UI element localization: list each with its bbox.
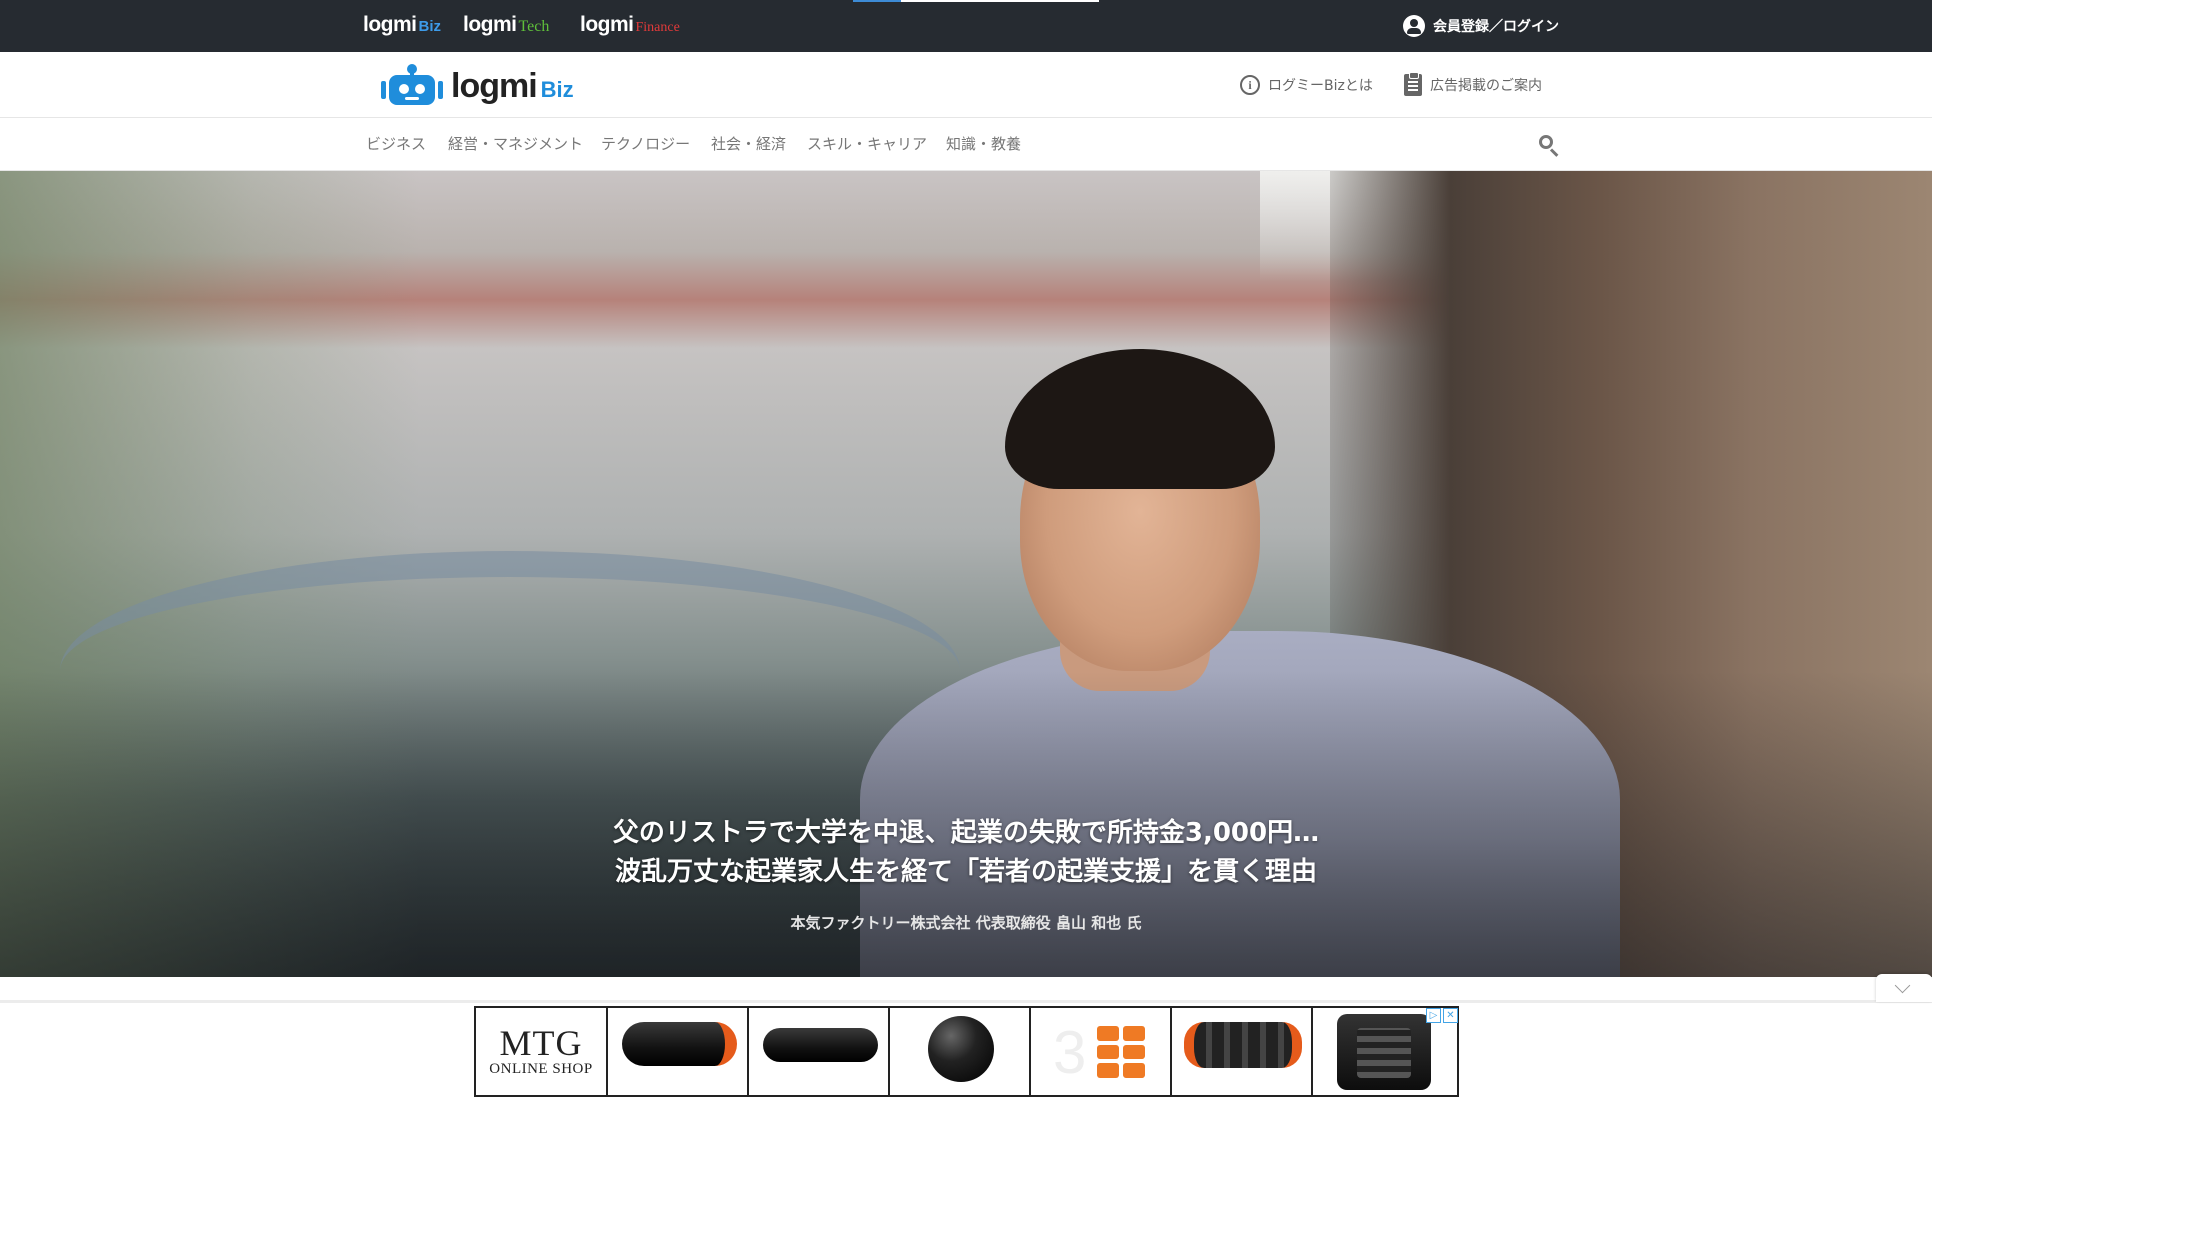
- foam-roller-image: [763, 1028, 878, 1062]
- nav-item-skill-career[interactable]: スキル・キャリア: [807, 133, 927, 154]
- hero-title-line-2: 波乱万丈な起業家人生を経て「若者の起業支援」を貫く理由: [614, 857, 1317, 887]
- foam-roller-image: [622, 1022, 737, 1066]
- chevron-down-icon: [1894, 977, 1911, 994]
- brand-sub: Tech: [518, 18, 550, 35]
- brand-sub: Finance: [635, 20, 680, 35]
- close-icon[interactable]: ✕: [1443, 1008, 1458, 1023]
- search-icon[interactable]: [1537, 133, 1561, 157]
- collapse-ad-button[interactable]: [1876, 974, 1932, 1002]
- nav-item-society-economy[interactable]: 社会・経済: [711, 133, 786, 154]
- browser-viewport: logmi Biz logmi Tech logmi Finance 会員登録／…: [0, 0, 1932, 1098]
- ad-product-tile-pack[interactable]: 3: [1031, 1008, 1172, 1095]
- hero-speaker: 本気ファクトリー株式会社 代表取締役 畠山 和也 氏: [790, 914, 1142, 932]
- featured-article-hero[interactable]: 父のリストラで大学を中退、起業の失敗で所持金3,000円… 波乱万丈な起業家人生…: [0, 171, 1932, 977]
- ad-choices: ▷ ✕: [1426, 1008, 1458, 1023]
- about-link[interactable]: i ログミーBizとは: [1240, 74, 1373, 96]
- ad-choices-icon[interactable]: ▷: [1426, 1008, 1441, 1023]
- login-register-link[interactable]: 会員登録／ログイン: [1403, 13, 1559, 39]
- support-belt-image: [1337, 1014, 1431, 1090]
- ad-brand-sub: ONLINE SHOP: [489, 1061, 593, 1077]
- reading-progress-fill: [853, 0, 901, 2]
- massage-ball-image: [928, 1016, 994, 1082]
- nav-item-technology[interactable]: テクノロジー: [601, 133, 690, 154]
- logo-text: logmi: [451, 66, 538, 105]
- account-circle-icon: [1403, 15, 1425, 37]
- ad-brand-main: MTG: [499, 1023, 583, 1063]
- logo-sub-text: Biz: [540, 77, 574, 102]
- login-label: 会員登録／ログイン: [1433, 19, 1559, 35]
- brand-name: logmi: [580, 13, 634, 36]
- brand-sub: Biz: [418, 18, 442, 35]
- hero-title: 父のリストラで大学を中退、起業の失敗で所持金3,000円… 波乱万丈な起業家人生…: [0, 814, 1932, 892]
- ad-product-foam-roller-orange[interactable]: [608, 1008, 749, 1095]
- brand-link-logmi-biz[interactable]: logmi Biz: [363, 13, 441, 39]
- brand-link-logmi-finance[interactable]: logmi Finance: [580, 13, 680, 39]
- advertising-info-link[interactable]: 広告掲載のご案内: [1404, 72, 1542, 96]
- wave-roller-image: [1184, 1022, 1302, 1068]
- robot-logo-icon: [381, 64, 443, 105]
- hero-person-hair: [1005, 349, 1275, 489]
- ad-product-foam-roller-slim[interactable]: [749, 1008, 890, 1095]
- ad-product-wave-roller[interactable]: [1172, 1008, 1313, 1095]
- category-nav: ビジネス 経営・マネジメント テクノロジー 社会・経済 スキル・キャリア 知識・…: [0, 119, 1932, 171]
- brand-name: logmi: [363, 13, 417, 36]
- brand-name: logmi: [463, 13, 517, 36]
- nav-item-knowledge[interactable]: 知識・教養: [946, 133, 1021, 154]
- ad-banner[interactable]: MTG ONLINE SHOP 3: [474, 1006, 1459, 1097]
- ad-product-massage-ball[interactable]: [890, 1008, 1031, 1095]
- site-logo[interactable]: logmi Biz: [381, 64, 574, 108]
- nav-item-management[interactable]: 経営・マネジメント: [448, 133, 583, 154]
- site-switcher-bar: logmi Biz logmi Tech logmi Finance 会員登録／…: [0, 0, 1932, 52]
- tile-pack-image: [1097, 1026, 1145, 1078]
- nav-item-business[interactable]: ビジネス: [366, 133, 426, 154]
- tile-pack-number: 3: [1053, 1019, 1087, 1086]
- info-circle-icon: i: [1240, 75, 1260, 95]
- hero-title-line-1: 父のリストラで大学を中退、起業の失敗で所持金3,000円…: [612, 818, 1320, 848]
- site-header: logmi Biz i ログミーBizとは 広告掲載のご案内: [0, 52, 1932, 118]
- clipboard-icon: [1404, 72, 1422, 96]
- about-label: ログミーBizとは: [1268, 78, 1373, 94]
- brand-link-logmi-tech[interactable]: logmi Tech: [463, 13, 549, 39]
- advertising-info-label: 広告掲載のご案内: [1430, 78, 1542, 94]
- ad-brand-logo: MTG ONLINE SHOP: [476, 1008, 608, 1095]
